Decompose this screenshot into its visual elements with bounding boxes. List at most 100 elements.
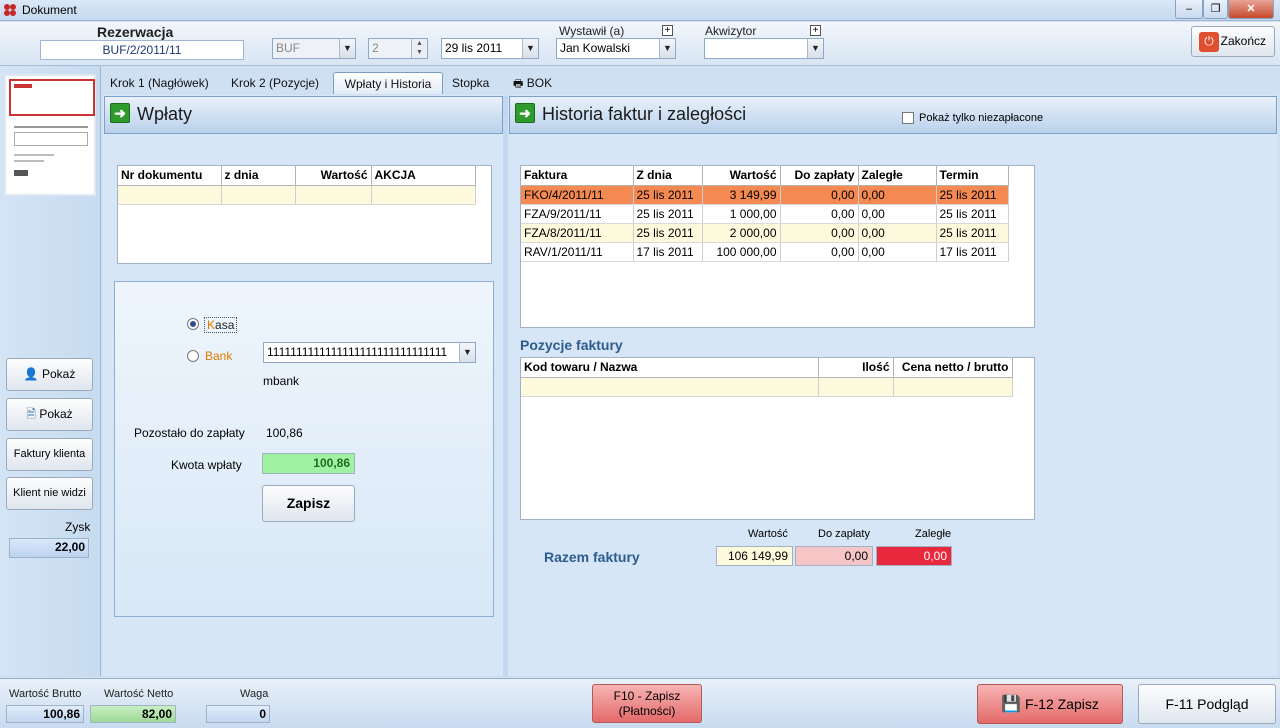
payments-title: Wpłaty [137, 104, 193, 124]
close-document-button[interactable]: ⏻ Zakończ [1191, 26, 1275, 57]
cell-due: 0,00 [780, 242, 859, 262]
unpaid-only-label[interactable]: Pokaż tylko niezapłacone [919, 112, 1043, 124]
column-header[interactable]: Faktura [521, 166, 634, 186]
history-panel: ➜ Historia faktur i zaległości Pokaż tyl… [508, 95, 1278, 676]
payments-panel: ➜ Wpłaty Nr dokumentu z dnia Wartość AKC… [103, 95, 503, 676]
tab-footer[interactable]: Stopka [448, 72, 493, 94]
date-value: 29 lis 2011 [445, 41, 503, 55]
app-logo-icon [4, 4, 16, 16]
column-header[interactable]: Do zapłaty [780, 166, 859, 186]
column-header[interactable]: Nr dokumentu [118, 166, 222, 186]
thumbnail-logo [14, 84, 32, 88]
series-value: BUF [276, 41, 300, 55]
chevron-down-icon[interactable]: ▼ [459, 343, 475, 362]
cell-overdue: 0,00 [858, 204, 937, 224]
spinner-arrows-icon[interactable]: ▲ ▼ [411, 39, 427, 58]
tab-payments-history[interactable]: Wpłaty i Historia [333, 72, 443, 94]
person-icon: 👤 [23, 367, 39, 381]
cell-value: 3 149,99 [702, 185, 781, 205]
cell-term: 25 lis 2011 [936, 223, 1009, 243]
tab-bok-label: BOK [526, 76, 553, 90]
printer-icon: 🖶 [513, 78, 524, 90]
f10-save-payments-button[interactable]: F10 - Zapisz (Płatności) [592, 684, 702, 723]
totals-header-overdue: Zaległe [915, 528, 952, 540]
column-header[interactable]: Zaległe [858, 166, 937, 186]
column-header[interactable]: Termin [936, 166, 1009, 186]
table-row[interactable]: FKO/4/2011/11 25 lis 2011 3 149,99 0,00 … [521, 185, 1009, 205]
f10-label-line1: F10 - Zapisz [613, 689, 681, 703]
payment-form: Kasa Bank 111111111111111111111111111111… [114, 281, 494, 617]
kasa-label[interactable]: Kasa [204, 317, 238, 333]
chevron-down-icon[interactable]: ▼ [807, 39, 823, 58]
remaining-value: 100,86 [266, 426, 303, 440]
profit-label: Zysk [65, 520, 91, 534]
table-row[interactable] [118, 185, 476, 205]
tab-header-step[interactable]: Krok 1 (Nagłówek) [106, 72, 213, 94]
profit-value: 22,00 [9, 538, 89, 558]
cell-overdue: 0,00 [858, 185, 937, 205]
acquirer-select[interactable]: ▼ [704, 38, 824, 59]
chevron-down-icon[interactable]: ▼ [522, 39, 538, 58]
invoice-positions-title: Pozycje faktury [520, 337, 623, 353]
table-row[interactable]: FZA/8/2011/11 25 lis 2011 2 000,00 0,00 … [521, 223, 1009, 243]
left-sidebar: 👤 Pokaż 🗎 Pokaż Faktury klienta Klient n… [0, 66, 101, 676]
counter-spinner[interactable]: 2 ▲ ▼ [368, 38, 428, 59]
date-picker[interactable]: 29 lis 2011 ▼ [441, 38, 539, 59]
issuer-select[interactable]: Jan Kowalski ▼ [556, 38, 676, 59]
weight-value: 0 [206, 705, 270, 723]
column-header[interactable]: AKCJA [371, 166, 476, 186]
weight-label: Waga [240, 688, 269, 700]
save-payment-button[interactable]: Zapisz [262, 485, 355, 522]
restore-button[interactable]: ❐ [1203, 0, 1228, 19]
add-acquirer-icon[interactable]: + [810, 25, 821, 36]
table-row[interactable] [521, 377, 1013, 397]
chevron-down-icon[interactable]: ▼ [339, 39, 355, 58]
chevron-down-icon[interactable]: ▼ [659, 39, 675, 58]
cell-value: 1 000,00 [702, 204, 781, 224]
column-header[interactable]: Z dnia [633, 166, 703, 186]
f12-save-button[interactable]: 💾 F-12 Zapisz [977, 684, 1123, 724]
column-header[interactable]: Wartość [702, 166, 781, 186]
bank-label[interactable]: Bank [205, 349, 232, 363]
customer-hidden-button[interactable]: Klient nie widzi [6, 477, 93, 510]
customer-invoices-button[interactable]: Faktury klienta [6, 438, 93, 471]
show-customer-button[interactable]: 👤 Pokaż [6, 358, 93, 391]
show-document-button[interactable]: 🗎 Pokaż [6, 398, 93, 431]
table-row[interactable]: FZA/9/2011/11 25 lis 2011 1 000,00 0,00 … [521, 204, 1009, 224]
minimize-button[interactable]: – [1175, 0, 1203, 19]
f11-preview-button[interactable]: F-11 Podgląd [1138, 684, 1276, 724]
arrow-right-icon: ➜ [515, 103, 535, 123]
document-number-field[interactable]: BUF/2/2011/11 [40, 40, 244, 60]
tab-items-step[interactable]: Krok 2 (Pozycje) [227, 72, 323, 94]
table-row[interactable]: RAV/1/2011/11 17 lis 2011 100 000,00 0,0… [521, 242, 1009, 262]
column-header[interactable]: Kod towaru / Nazwa [521, 358, 819, 378]
unpaid-only-checkbox[interactable] [902, 112, 914, 124]
cell-invoice: RAV/1/2011/11 [521, 242, 634, 262]
column-header[interactable]: z dnia [221, 166, 296, 186]
floppy-disk-icon: 💾 [1001, 696, 1022, 713]
thumbnail-line [14, 160, 44, 162]
kasa-radio[interactable] [187, 318, 199, 330]
invoice-history-grid[interactable]: Faktura Z dnia Wartość Do zapłaty Zaległ… [520, 165, 1035, 328]
cell-invoice: FZA/9/2011/11 [521, 204, 634, 224]
bank-account-select[interactable]: 1111111111111111111111111111111 ▼ [263, 342, 476, 363]
counter-value: 2 [372, 41, 379, 55]
invoice-positions-grid[interactable]: Kod towaru / Nazwa Ilość Cena netto / br… [520, 357, 1035, 520]
series-select[interactable]: BUF ▼ [272, 38, 356, 59]
payments-grid[interactable]: Nr dokumentu z dnia Wartość AKCJA [117, 165, 492, 264]
add-issuer-icon[interactable]: + [662, 25, 673, 36]
column-header[interactable]: Cena netto / brutto [893, 358, 1013, 378]
netto-value: 82,00 [90, 705, 176, 723]
cell-date: 25 lis 2011 [633, 204, 703, 224]
amount-input[interactable]: 100,86 [262, 453, 355, 474]
close-window-button[interactable]: ✕ [1228, 0, 1274, 19]
document-preview-thumbnail[interactable] [4, 74, 96, 196]
cell-term: 25 lis 2011 [936, 204, 1009, 224]
cell-value: 100 000,00 [702, 242, 781, 262]
bank-radio[interactable] [187, 350, 199, 362]
column-header[interactable]: Wartość [295, 166, 372, 186]
totals-header-due: Do zapłaty [818, 528, 870, 540]
column-header[interactable]: Ilość [818, 358, 894, 378]
tab-bok[interactable]: 🖶 BOK [509, 72, 556, 94]
amount-label: Kwota wpłaty [171, 458, 242, 472]
